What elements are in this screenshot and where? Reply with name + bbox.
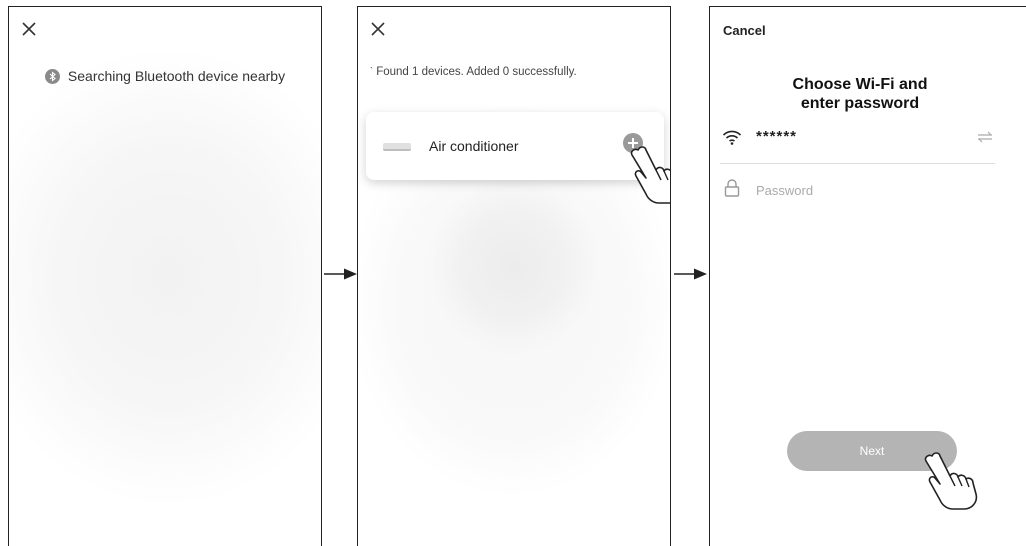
- radar-glow-inner: [426, 177, 601, 357]
- close-icon[interactable]: [19, 19, 39, 39]
- search-status: Searching Bluetooth device nearby: [9, 68, 321, 84]
- title-line-2: enter password: [800, 95, 920, 112]
- cancel-button[interactable]: Cancel: [723, 23, 766, 38]
- search-status-text: Searching Bluetooth device nearby: [67, 68, 286, 84]
- found-devices-text: ` Found 1 devices. Added 0 successfully.: [370, 66, 577, 78]
- device-name: Air conditioner: [429, 138, 519, 154]
- wifi-icon: [722, 130, 742, 145]
- arrow-right-icon: [674, 268, 707, 280]
- step-2-screen: ` Found 1 devices. Added 0 successfully.…: [357, 6, 671, 546]
- step-1-screen: Searching Bluetooth device nearby: [8, 6, 322, 546]
- radar-glow: [9, 47, 321, 507]
- pointing-hand-icon: [630, 146, 670, 204]
- arrow-right-icon: [324, 268, 357, 280]
- page-title: Choose Wi-Fi and enter password: [710, 75, 1010, 113]
- password-row: [720, 179, 995, 205]
- step-3-screen: Cancel Choose Wi-Fi and enter password *…: [709, 6, 1026, 546]
- switch-network-icon[interactable]: [977, 131, 993, 143]
- device-card-air-conditioner[interactable]: Air conditioner: [366, 112, 664, 180]
- password-field[interactable]: [756, 179, 986, 201]
- air-conditioner-icon: [383, 143, 411, 151]
- progress-tick-icon: `: [370, 66, 373, 76]
- lock-icon: [724, 179, 740, 197]
- found-devices-label: Found 1 devices. Added 0 successfully.: [376, 66, 577, 78]
- wifi-network-row[interactable]: ******: [720, 125, 995, 164]
- title-line-1: Choose Wi-Fi and: [792, 76, 928, 93]
- pointing-hand-icon: [924, 452, 978, 510]
- bluetooth-icon: [44, 68, 60, 84]
- wifi-name: ******: [756, 128, 798, 145]
- close-icon[interactable]: [368, 19, 388, 39]
